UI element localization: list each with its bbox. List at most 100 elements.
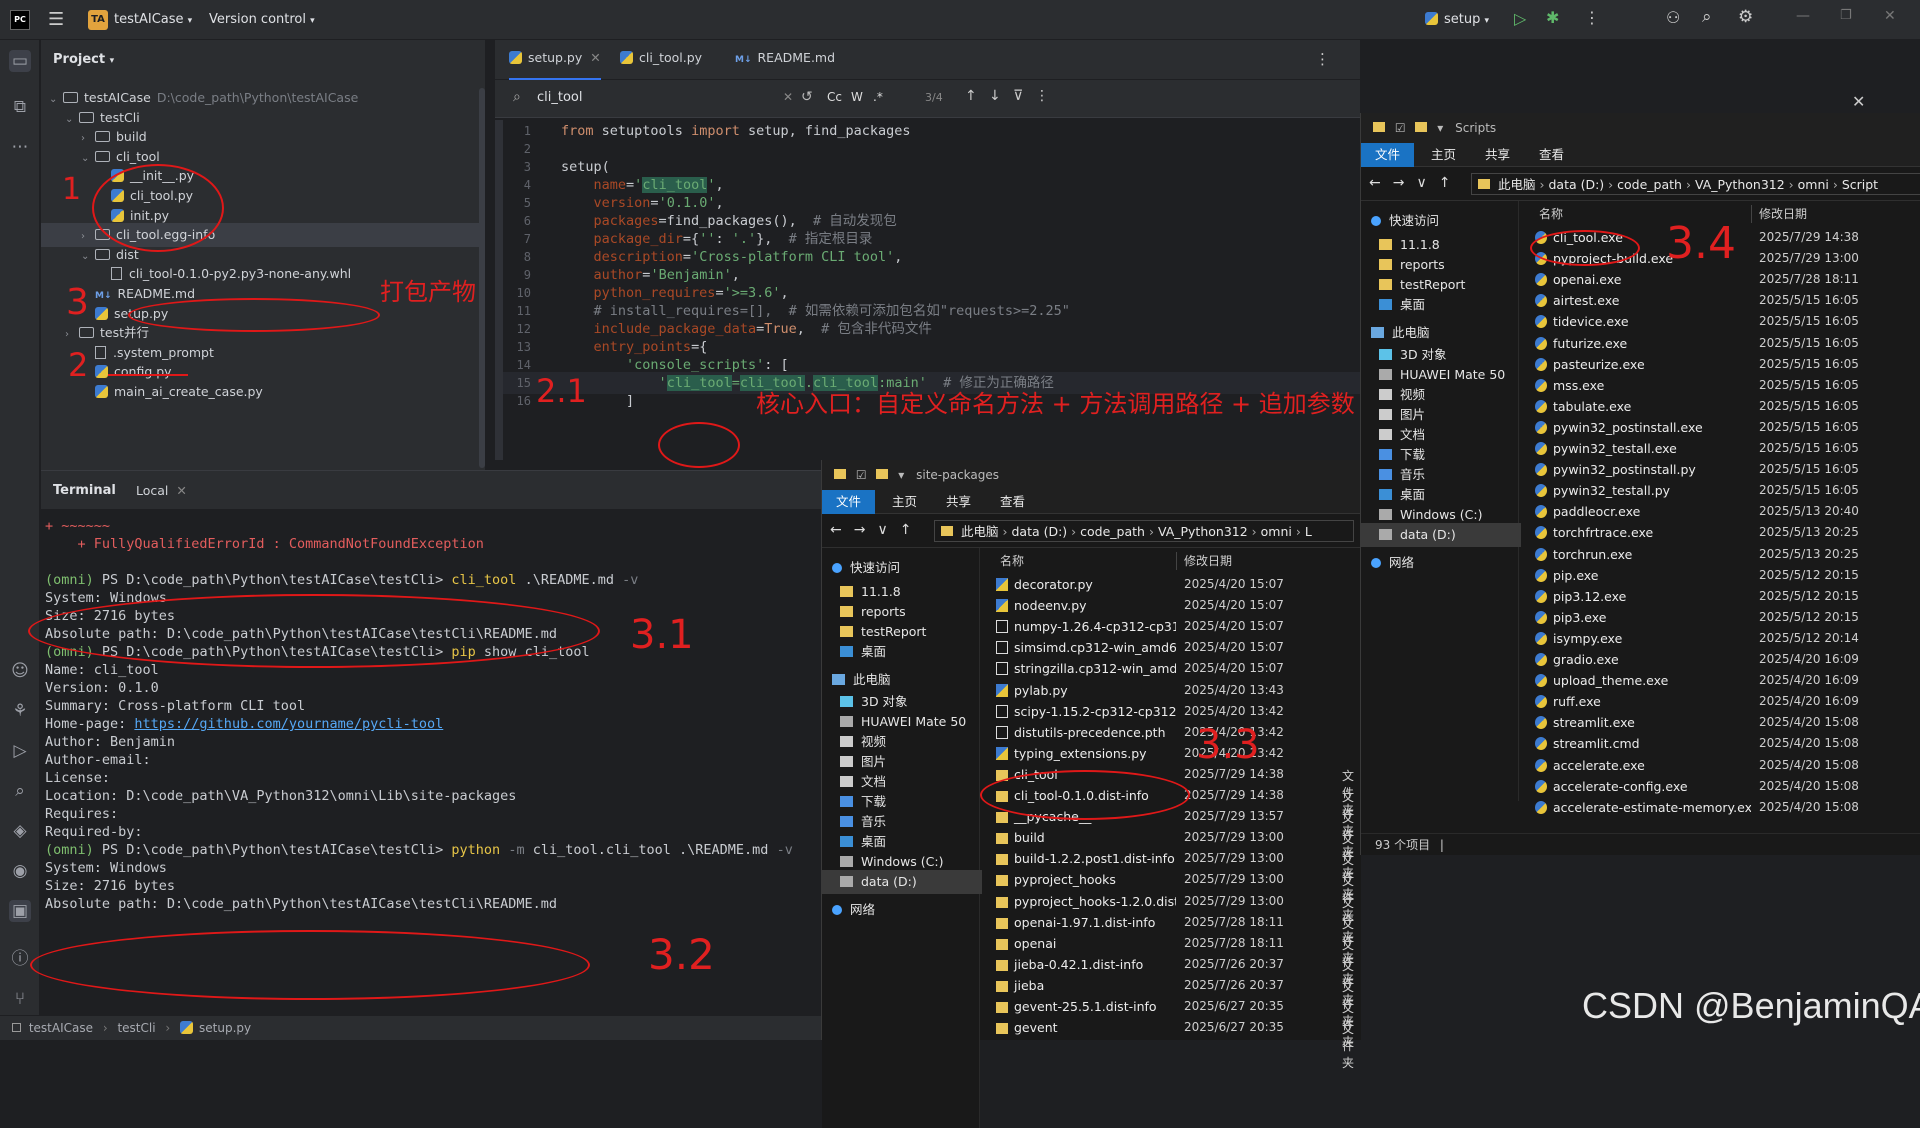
clear-icon[interactable]: ✕ [783, 90, 793, 104]
whole-word-toggle[interactable]: W [851, 90, 863, 104]
project-panel-title[interactable]: Project ▾ [53, 52, 114, 67]
tab-setup-py[interactable]: setup.py ✕ [509, 50, 601, 80]
file-row[interactable]: build-1.2.2.post1.dist-info [996, 848, 1176, 869]
sidebar-item[interactable]: 此电脑 [822, 668, 982, 692]
search-icon[interactable]: ⌕ [1702, 7, 1712, 27]
path-segment[interactable]: 此电脑 [961, 524, 999, 539]
file-row[interactable]: accelerate.exe [1535, 755, 1751, 776]
file-row[interactable]: pywin32_testall.py [1535, 480, 1751, 501]
path-segment[interactable]: omni [1261, 524, 1292, 539]
ribbon-tab[interactable]: 主页 [1417, 143, 1470, 167]
sidebar-item[interactable]: 网络 [1361, 551, 1521, 575]
file-row[interactable]: pasteurize.exe [1535, 354, 1751, 375]
path-segment[interactable]: VA_Python312 [1695, 177, 1785, 192]
file-row[interactable]: jieba-0.42.1.dist-info [996, 954, 1176, 975]
file-row[interactable]: numpy-1.26.4-cp312-cp312-win_amd... [996, 616, 1176, 637]
breadcrumb-file[interactable]: setup.py [199, 1021, 251, 1035]
sidebar-item[interactable]: 快速访问 [1361, 209, 1521, 233]
file-row[interactable]: futurize.exe [1535, 333, 1751, 354]
match-case-toggle[interactable]: Cc [827, 90, 842, 104]
file-row[interactable]: simsimd.cp312-win_amd64.pyd [996, 637, 1176, 658]
path-segment[interactable]: data (D:) [1548, 177, 1604, 192]
column-header-name[interactable]: 名称 [1000, 548, 1024, 574]
path-segment[interactable]: code_path [1080, 524, 1145, 539]
more-vertical-icon[interactable]: ⋮ [1035, 88, 1049, 104]
structure-icon[interactable]: ⧉ [9, 96, 31, 118]
find-input[interactable]: cli_tool [537, 90, 767, 105]
ribbon-tab[interactable]: 主页 [878, 490, 931, 514]
file-row[interactable]: pip.exe [1535, 565, 1751, 586]
sidebar-item[interactable]: data (D:) [822, 870, 982, 894]
nav-buttons[interactable]: ←→∨↑ [1369, 175, 1462, 191]
path-segment[interactable]: L [1305, 524, 1312, 539]
gear-icon[interactable]: ⚙ [1738, 7, 1753, 27]
path-segment[interactable]: 此电脑 [1498, 177, 1536, 192]
file-row[interactable]: openai-1.97.1.dist-info [996, 912, 1176, 933]
file-row[interactable]: isympy.exe [1535, 628, 1751, 649]
close-icon[interactable]: ✕ [1884, 8, 1896, 24]
minimize-icon[interactable]: — [1796, 8, 1810, 24]
more-vertical-icon[interactable]: ⋮ [1584, 8, 1600, 27]
previous-match-icon[interactable]: ↑ [965, 88, 977, 104]
file-row[interactable]: tidevice.exe [1535, 311, 1751, 332]
column-header-date[interactable]: 修改日期 [1184, 548, 1232, 574]
project-folder-icon[interactable]: ▭ [9, 50, 31, 72]
sidebar-item[interactable]: 此电脑 [1361, 321, 1521, 345]
tab-cli-tool-py[interactable]: cli_tool.py [620, 50, 702, 65]
search-icon[interactable]: ⌕ [513, 89, 521, 105]
maximize-icon[interactable]: ❐ [1840, 8, 1852, 23]
file-row[interactable]: scipy-1.15.2-cp312-cp312-win_amd64... [996, 701, 1176, 722]
more-vertical-icon[interactable]: ⋮ [1315, 50, 1330, 68]
file-row[interactable]: nodeenv.py [996, 595, 1176, 616]
run-config-selector[interactable]: setup ▾ [1425, 12, 1489, 27]
file-row[interactable]: paddleocr.exe [1535, 501, 1751, 522]
file-row[interactable]: torchfrtrace.exe [1535, 522, 1751, 543]
nav-buttons[interactable]: ←→∨↑ [830, 522, 923, 538]
address-path[interactable]: 此电脑 › data (D:) › code_path › VA_Python3… [934, 520, 1354, 542]
path-segment[interactable]: Script [1842, 177, 1878, 192]
breadcrumb-folder[interactable]: testCli [117, 1021, 155, 1035]
ribbon-tab[interactable]: 共享 [932, 490, 985, 514]
python-packages-icon[interactable]: ⚘ [9, 700, 31, 722]
file-row[interactable]: distutils-precedence.pth [996, 722, 1176, 743]
run-icon[interactable]: ▷ [1514, 9, 1526, 28]
sidebar-item[interactable]: 快速访问 [822, 556, 982, 580]
run-tool-icon[interactable]: ▷ [9, 740, 31, 762]
close-icon[interactable]: ✕ [176, 483, 186, 498]
file-row[interactable]: gradio.exe [1535, 649, 1751, 670]
path-segment[interactable]: data (D:) [1011, 524, 1067, 539]
chevron-down-icon[interactable]: ▾ [898, 468, 904, 482]
sidebar-item[interactable]: 桌面 [822, 640, 982, 664]
file-row[interactable]: pywin32_postinstall.exe [1535, 417, 1751, 438]
address-path[interactable]: 此电脑 › data (D:) › code_path › VA_Python3… [1471, 173, 1920, 195]
file-row[interactable]: pip3.exe [1535, 607, 1751, 628]
file-row[interactable]: ruff.exe [1535, 691, 1751, 712]
add-user-icon[interactable]: ⚇ [1666, 8, 1680, 27]
breadcrumb-project[interactable]: testAICase [29, 1021, 93, 1035]
file-row[interactable]: pyproject_hooks-1.2.0.dist-info [996, 891, 1176, 912]
filter-icon[interactable]: ⊽ [1013, 88, 1023, 104]
terminal-title[interactable]: Terminal [53, 483, 116, 498]
ribbon-tab[interactable]: 查看 [1525, 143, 1578, 167]
ide-logo[interactable]: PC [10, 10, 30, 30]
file-row[interactable]: typing_extensions.py [996, 743, 1176, 764]
file-row[interactable]: pyproject_hooks [996, 869, 1176, 890]
file-row[interactable]: pylab.py [996, 680, 1176, 701]
ribbon-tab[interactable]: 文件 [1361, 143, 1415, 167]
next-match-icon[interactable]: ↓ [989, 88, 1001, 104]
file-row[interactable]: pip3.12.exe [1535, 586, 1751, 607]
tree-item[interactable]: main_ai_create_case.py [41, 380, 485, 404]
project-switcher[interactable]: testAICase ▾ [114, 12, 192, 27]
git-icon[interactable]: ⑂ [9, 988, 31, 1010]
tab-readme-md[interactable]: M↓ README.md [735, 50, 835, 65]
debug-icon[interactable]: ✱ [1546, 8, 1559, 27]
terminal-icon[interactable]: ▣ [9, 900, 31, 922]
file-row[interactable]: streamlit.cmd [1535, 733, 1751, 754]
file-row[interactable]: stringzilla.cp312-win_amd64.pyd [996, 658, 1176, 679]
column-header-name[interactable]: 名称 [1539, 201, 1563, 227]
hamburger-menu-icon[interactable]: ☰ [48, 9, 64, 30]
file-row[interactable]: accelerate-config.exe [1535, 776, 1751, 797]
ribbon-tab[interactable]: 共享 [1471, 143, 1524, 167]
file-row[interactable]: mss.exe [1535, 375, 1751, 396]
more-horizontal-icon[interactable]: ⋯ [9, 136, 31, 158]
